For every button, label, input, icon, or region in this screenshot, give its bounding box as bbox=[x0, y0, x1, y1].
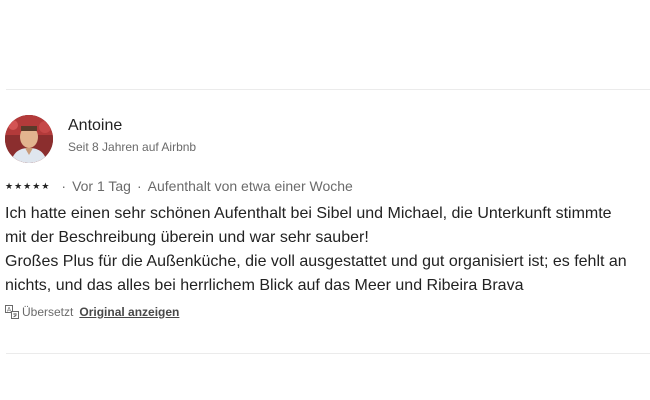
review-text-line: Großes Plus für die Außenküche, die voll… bbox=[5, 253, 627, 270]
reviews-panel: Antoine Seit 8 Jahren auf Airbnb ★ ★ ★ ★… bbox=[0, 0, 650, 400]
separator-dot: · bbox=[61, 178, 67, 194]
star-icon: ★ bbox=[23, 180, 32, 191]
show-original-link[interactable]: Original anzeigen bbox=[79, 304, 179, 320]
star-icon: ★ bbox=[41, 180, 50, 191]
translate-icon: A bbox=[5, 305, 19, 319]
star-rating: ★ ★ ★ ★ ★ bbox=[5, 180, 50, 191]
star-icon: ★ bbox=[14, 180, 23, 191]
translated-label: Übersetzt bbox=[22, 305, 74, 319]
review-card: Antoine Seit 8 Jahren auf Airbnb ★ ★ ★ ★… bbox=[5, 114, 650, 320]
top-divider bbox=[6, 89, 650, 90]
review-text-line: nichts, und das alles bei herrlichem Bli… bbox=[5, 277, 524, 294]
star-icon: ★ bbox=[5, 180, 14, 191]
review-text: Ich hatte einen sehr schönen Aufenthalt … bbox=[5, 202, 650, 298]
separator-dot: · bbox=[136, 178, 142, 194]
star-icon: ★ bbox=[32, 180, 41, 191]
bottom-divider bbox=[6, 353, 650, 354]
reviewer-info: Antoine Seit 8 Jahren auf Airbnb bbox=[68, 117, 197, 155]
review-meta-row: ★ ★ ★ ★ ★ · Vor 1 Tag · Aufenthalt von e… bbox=[5, 177, 650, 195]
review-text-line: mit der Beschreibung überein und war seh… bbox=[5, 229, 369, 246]
reviewer-name[interactable]: Antoine bbox=[68, 116, 196, 136]
translation-row: A Übersetzt Original anzeigen bbox=[5, 304, 650, 320]
avatar-image bbox=[5, 115, 53, 163]
reviewer-tenure: Seit 8 Jahren auf Airbnb bbox=[68, 139, 197, 154]
avatar[interactable] bbox=[5, 115, 53, 163]
reviewer-header: Antoine Seit 8 Jahren auf Airbnb bbox=[5, 114, 650, 164]
stay-duration: Aufenthalt von etwa einer Woche bbox=[147, 178, 353, 194]
review-date: Vor 1 Tag bbox=[72, 178, 131, 194]
review-text-line: Ich hatte einen sehr schönen Aufenthalt … bbox=[5, 205, 612, 222]
